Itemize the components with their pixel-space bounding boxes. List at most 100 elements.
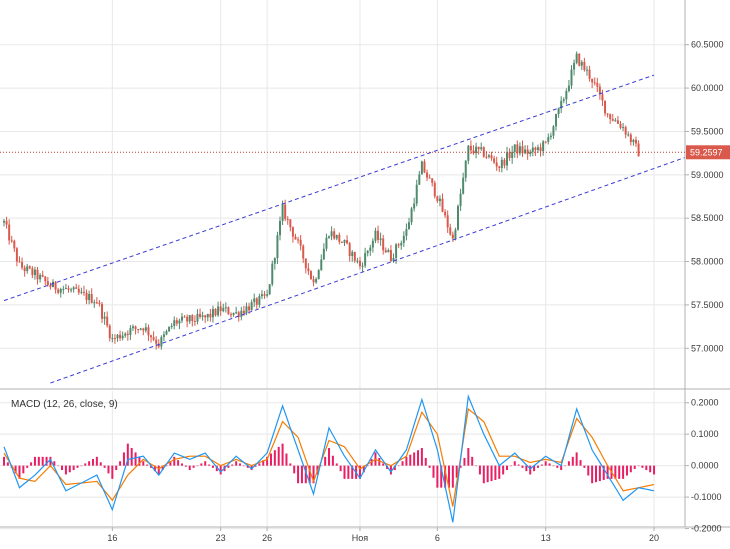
candle-body [152, 337, 155, 340]
candle-body [134, 326, 137, 330]
macd-hist-bar [324, 456, 327, 466]
macd-hist-bar [146, 464, 149, 466]
candle [420, 160, 423, 175]
candle-body [536, 147, 539, 151]
candle-body [588, 69, 591, 79]
candle [168, 326, 171, 332]
macd-hist-bar [463, 457, 466, 466]
candle-body [206, 313, 209, 318]
candle-body [217, 306, 220, 316]
candle-body [570, 69, 573, 86]
candle-body [266, 294, 269, 296]
macd-hist-bar [629, 465, 632, 473]
candle-body [297, 239, 300, 241]
candle-body [573, 62, 576, 70]
candle-body [364, 253, 367, 266]
candle-body [583, 61, 586, 70]
candle-body [144, 327, 147, 331]
macd-hist-bar [653, 465, 656, 475]
macd-hist-bar [196, 465, 199, 467]
macd-hist-bar [560, 465, 563, 471]
candle-body [485, 156, 488, 158]
macd-hist-bar [111, 465, 114, 479]
candle-body [131, 326, 134, 329]
candle-body [611, 119, 614, 121]
candle-body [361, 265, 364, 267]
macd-hist-bar [502, 465, 505, 475]
macd-hist-bar [335, 463, 338, 466]
macd-hist-bar [544, 461, 547, 466]
candle-body [402, 235, 405, 243]
time-tick-label: 16 [107, 533, 117, 543]
candle-body [54, 281, 57, 290]
macd-hist-bar [397, 465, 400, 467]
candle-body [26, 266, 29, 272]
candle-body [281, 204, 284, 221]
candle-body [67, 288, 70, 290]
macd-hist-bar [471, 456, 474, 466]
candle-body [606, 113, 609, 115]
candle-body [209, 313, 212, 318]
candle-body [446, 215, 449, 228]
candle-body [580, 61, 583, 66]
candle-body [552, 126, 555, 136]
candle-body [286, 219, 289, 221]
candle-body [279, 220, 282, 236]
candle-body [506, 152, 509, 166]
candle-body [632, 139, 635, 143]
macd-hist-bar [575, 452, 578, 466]
candle-body [304, 258, 307, 269]
candle [227, 306, 230, 315]
macd-hist-bar [180, 463, 183, 466]
macd-hist-bar [567, 461, 570, 466]
macd-hist-bar [293, 465, 296, 474]
macd-hist-bar [227, 465, 230, 468]
candle-body [585, 69, 588, 71]
macd-hist-bar [30, 462, 33, 466]
candle-body [511, 151, 514, 158]
macd-hist-bar [347, 465, 350, 479]
candle-body [113, 338, 116, 340]
candle-body [284, 204, 287, 220]
macd-hist-bar [509, 465, 512, 467]
candle-body [52, 281, 55, 288]
price-tick-label: 58.5000 [691, 213, 724, 223]
candle-body [193, 321, 196, 323]
candle-body [353, 252, 356, 261]
macd-hist-bar [68, 465, 71, 473]
candle [457, 204, 459, 231]
macd-hist-bar [122, 452, 125, 466]
candle-body [467, 145, 470, 161]
candle-body [578, 53, 581, 66]
macd-hist-bar [300, 465, 303, 484]
candle-body [616, 120, 619, 124]
macd-indicator-title[interactable]: MACD (12, 26, close, 9) [11, 399, 118, 410]
candle-body [175, 320, 178, 324]
candle-body [593, 82, 596, 84]
candle-body [75, 287, 78, 289]
candle-body [317, 270, 320, 279]
candle-body [591, 78, 594, 83]
candle-body [70, 289, 73, 291]
candle-body [62, 288, 65, 290]
candle-body [170, 325, 173, 327]
macd-hist-bar [211, 465, 214, 468]
candle-body [101, 303, 104, 319]
macd-hist-bar [645, 465, 648, 471]
candle-body [155, 339, 158, 344]
candle-body [165, 331, 168, 335]
candle-body [624, 127, 627, 135]
macd-hist-bar [242, 465, 245, 467]
macd-hist-bar [587, 465, 590, 476]
candle-body [426, 172, 429, 178]
candle-body [46, 281, 49, 286]
macd-tick-label: -0.1000 [691, 492, 722, 502]
macd-hist-bar [486, 465, 489, 483]
candle-body [405, 229, 408, 236]
candle-body [21, 262, 24, 268]
candle-body [356, 260, 359, 262]
macd-hist-bar [273, 450, 276, 466]
macd-hist-bar [649, 465, 652, 473]
macd-hist-bar [115, 465, 118, 471]
candle-body [191, 315, 194, 322]
